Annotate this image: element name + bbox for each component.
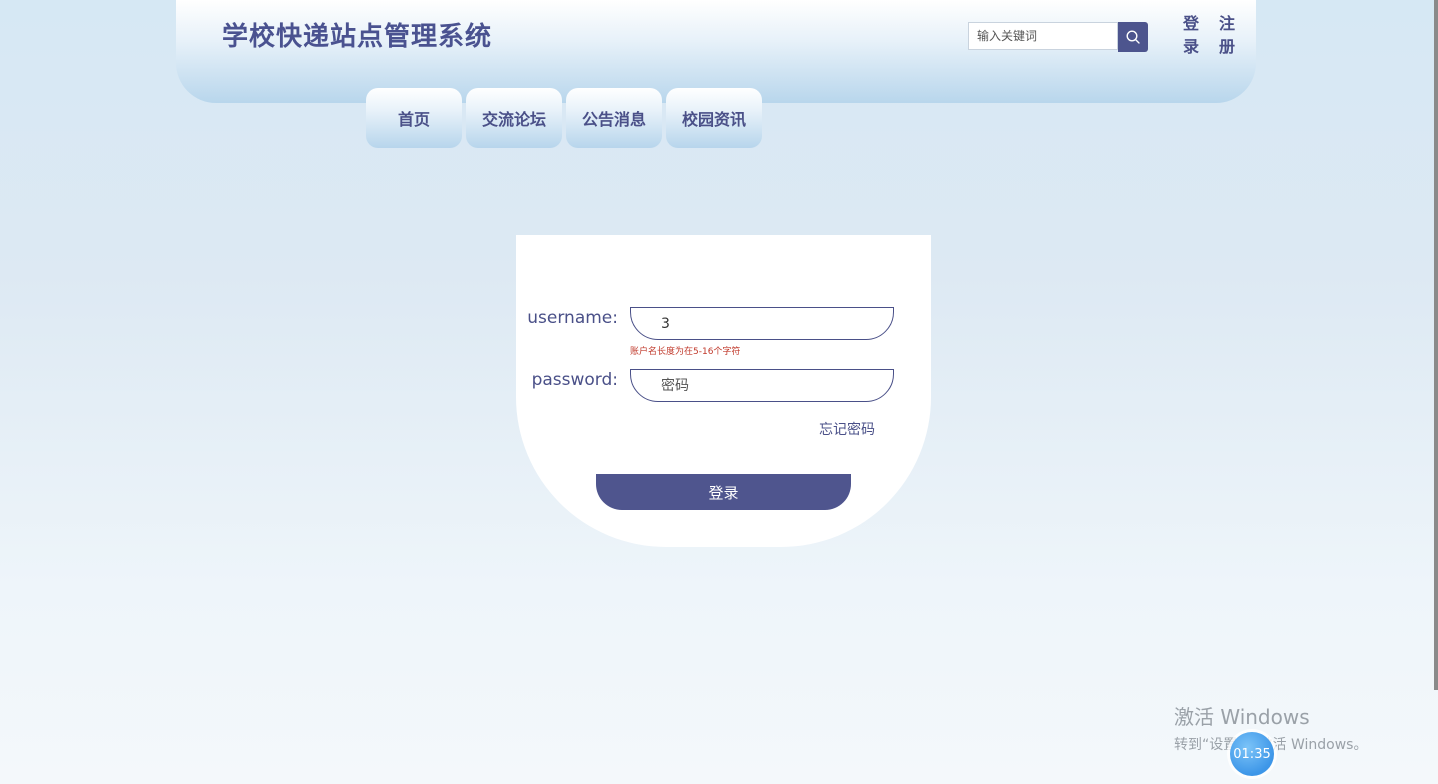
search-icon xyxy=(1126,30,1140,44)
login-button[interactable]: 登录 xyxy=(596,474,851,510)
username-error-message: 账户名长度为在5-16个字符 xyxy=(630,347,741,357)
login-card: username: 账户名长度为在5-16个字符 password: 忘记密码 … xyxy=(516,235,931,547)
username-label: username: xyxy=(527,308,618,328)
username-input[interactable] xyxy=(630,307,894,340)
site-title: 学校快递站点管理系统 xyxy=(222,22,493,52)
register-link[interactable]: 注册 xyxy=(1219,12,1237,58)
search-button[interactable] xyxy=(1118,22,1148,52)
login-link[interactable]: 登录 xyxy=(1183,12,1201,58)
nav-item-home[interactable]: 首页 xyxy=(366,88,462,148)
scrollbar[interactable] xyxy=(1434,0,1438,690)
password-label: password: xyxy=(531,370,618,390)
watermark-title: 激活 Windows xyxy=(1174,705,1310,729)
main-nav: 首页 交流论坛 公告消息 校园资讯 xyxy=(366,88,762,148)
nav-item-announcements[interactable]: 公告消息 xyxy=(566,88,662,148)
search-input[interactable] xyxy=(968,22,1118,50)
nav-item-forum[interactable]: 交流论坛 xyxy=(466,88,562,148)
forgot-password-link[interactable]: 忘记密码 xyxy=(819,419,875,439)
nav-item-campus-news[interactable]: 校园资讯 xyxy=(666,88,762,148)
password-input[interactable] xyxy=(630,369,894,402)
timer-badge[interactable]: 01:35 xyxy=(1230,732,1274,776)
